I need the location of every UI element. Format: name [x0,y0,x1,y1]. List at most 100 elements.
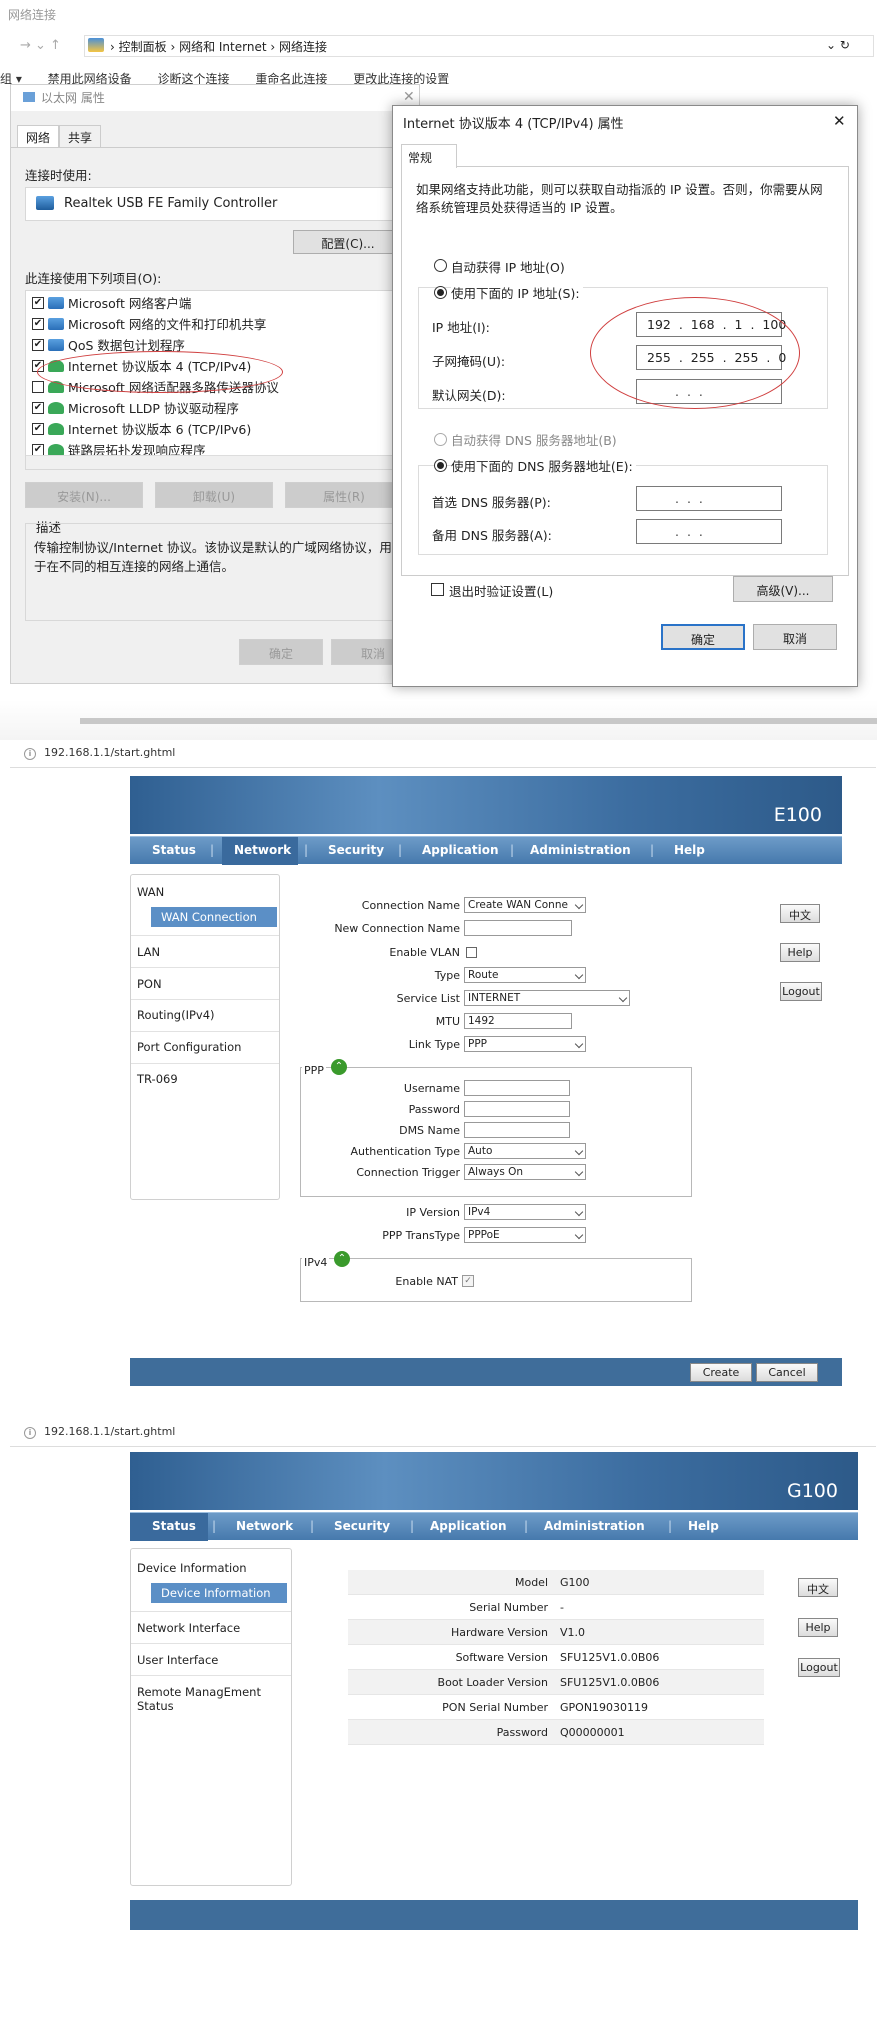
checkbox[interactable]: ✔ [32,443,44,456]
g100-lang-button[interactable]: 中文 [798,1578,838,1597]
configure-button[interactable]: 配置(C)... [293,230,403,254]
sidebar-item-network-interface[interactable]: Network Interface [137,1621,240,1635]
sidebar-item-pon[interactable]: PON [137,977,162,991]
e100-help-button[interactable]: Help [780,943,820,962]
list-item[interactable]: ✔ Microsoft 网络的文件和打印机共享 [26,313,404,334]
auto-ip-radio[interactable] [434,259,447,272]
e100-lang-button[interactable]: 中文 [780,904,820,923]
advanced-button[interactable]: 高级(V)... [733,576,833,602]
toolbar-rename[interactable]: 重命名此连接 [255,72,327,84]
sidebar-item-wan[interactable]: WAN [137,885,164,899]
info-icon[interactable]: i [24,1427,36,1439]
nav-help[interactable]: Help [688,1519,719,1533]
dms-name-input[interactable] [464,1122,570,1138]
toolbar-organize[interactable]: 组 ▾ [0,72,22,84]
connection-name-select[interactable]: Create WAN Conne [464,897,586,913]
sidebar-item-device-information[interactable]: Device Information [137,1561,247,1575]
install-button[interactable]: 安装(N)... [25,482,143,508]
checkbox[interactable]: ✔ [32,401,44,414]
collapse-icon[interactable]: ⌃ [331,1059,347,1075]
password-input[interactable] [464,1101,570,1117]
link-type-select[interactable]: PPP [464,1036,586,1052]
close-icon[interactable]: ✕ [403,89,415,105]
breadcrumb-item[interactable]: 网络连接 [279,40,327,54]
tab-sharing[interactable]: 共享 [59,125,102,149]
chevron-down-icon[interactable]: ⌄ ↻ [826,38,850,52]
nav-status[interactable]: Status [152,843,196,857]
horizontal-scrollbar[interactable] [26,455,404,469]
list-item[interactable]: ✔ QoS 数据包计划程序 [26,334,404,355]
e100-logout-button[interactable]: Logout [780,982,822,1001]
username-input[interactable] [464,1080,570,1096]
breadcrumb-item[interactable]: 网络和 Internet [179,40,266,54]
preferred-dns-input[interactable]: . . . [636,486,782,511]
sidebar-item-user-interface[interactable]: User Interface [137,1653,218,1667]
list-item[interactable]: ✔ Microsoft LLDP 协议驱动程序 [26,397,404,418]
nav-network[interactable]: Network [234,843,291,857]
toolbar-disable[interactable]: 禁用此网络设备 [48,72,132,84]
chevron-down-icon [574,1207,584,1217]
checkbox[interactable]: ✔ [32,338,44,351]
breadcrumb-item[interactable]: 控制面板 [119,40,167,54]
nav-security[interactable]: Security [334,1519,390,1533]
alternate-dns-input[interactable]: . . . [636,519,782,544]
validate-checkbox[interactable] [431,583,444,596]
service-list-select[interactable]: INTERNET [464,990,630,1006]
username-label: Username [403,1082,460,1095]
toolbar-change-settings[interactable]: 更改此连接的设置 [353,72,449,84]
sidebar-item-port-configuration[interactable]: Port Configuration [137,1040,241,1054]
nav-network[interactable]: Network [236,1519,293,1533]
nav-administration[interactable]: Administration [530,843,631,857]
manual-ip-radio[interactable] [434,286,447,299]
enable-nat-checkbox[interactable]: ✓ [462,1275,474,1287]
checkbox[interactable]: ✔ [32,296,44,309]
tab-general[interactable]: 常规 [401,144,457,168]
list-item[interactable]: ✔ Microsoft 网络客户端 [26,292,404,313]
toolbar-diagnose[interactable]: 诊断这个连接 [158,72,230,84]
checkbox[interactable]: ✔ [32,317,44,330]
sidebar-item-routing[interactable]: Routing(IPv4) [137,1008,215,1022]
checkbox[interactable] [32,380,44,393]
collapse-icon[interactable]: ⌃ [334,1251,350,1267]
auto-dns-radio[interactable] [434,433,447,446]
nav-administration[interactable]: Administration [544,1519,645,1533]
type-select[interactable]: Route [464,967,586,983]
close-icon[interactable]: ✕ [833,112,846,130]
cancel-button[interactable]: Cancel [756,1363,818,1382]
uninstall-button[interactable]: 卸载(U) [155,482,273,508]
back-forward-icon[interactable]: → ⌄ ↑ [20,38,61,53]
ipv4-ok-button[interactable]: 确定 [661,624,745,650]
tab-network[interactable]: 网络 [17,125,60,149]
sidebar-item-lan[interactable]: LAN [137,945,160,959]
manual-dns-radio[interactable] [434,459,447,472]
list-item[interactable]: ✔ Internet 协议版本 6 (TCP/IPv6) [26,418,404,439]
sidebar-item-remote-management-status[interactable]: Remote ManagEment Status [137,1685,291,1713]
nav-application[interactable]: Application [430,1519,507,1533]
sidebar-item-wan-connection[interactable]: WAN Connection [151,907,277,927]
g100-help-button[interactable]: Help [798,1618,838,1637]
g100-logout-button[interactable]: Logout [798,1658,840,1677]
eth-ok-button[interactable]: 确定 [239,639,323,665]
ip-version-select[interactable]: IPv4 [464,1204,586,1220]
checkbox[interactable]: ✔ [32,422,44,435]
nav-security[interactable]: Security [328,843,384,857]
new-connection-name-input[interactable] [464,920,572,936]
info-icon[interactable]: i [24,748,36,760]
mtu-input[interactable]: 1492 [464,1013,572,1029]
g100-url-bar[interactable]: i 192.168.1.1/start.ghtml [10,1419,876,1447]
auth-type-select[interactable]: Auto [464,1143,586,1159]
nav-application[interactable]: Application [422,843,499,857]
chevron-down-icon [574,1039,584,1049]
ipv4-cancel-button[interactable]: 取消 [753,624,837,650]
nav-help[interactable]: Help [674,843,705,857]
enable-vlan-checkbox[interactable] [466,947,477,958]
nav-status[interactable]: Status [152,1519,196,1533]
ppp-transtype-select[interactable]: PPPoE [464,1227,586,1243]
properties-button[interactable]: 属性(R) [285,482,403,508]
e100-url-bar[interactable]: i 192.168.1.1/start.ghtml [10,740,876,768]
create-button[interactable]: Create [690,1363,752,1382]
connect-using-label: 连接时使用: [25,168,92,183]
sidebar-item-tr069[interactable]: TR-069 [137,1072,178,1086]
sidebar-item-device-information-sub[interactable]: Device Information [151,1583,287,1603]
conn-trigger-select[interactable]: Always On [464,1164,586,1180]
